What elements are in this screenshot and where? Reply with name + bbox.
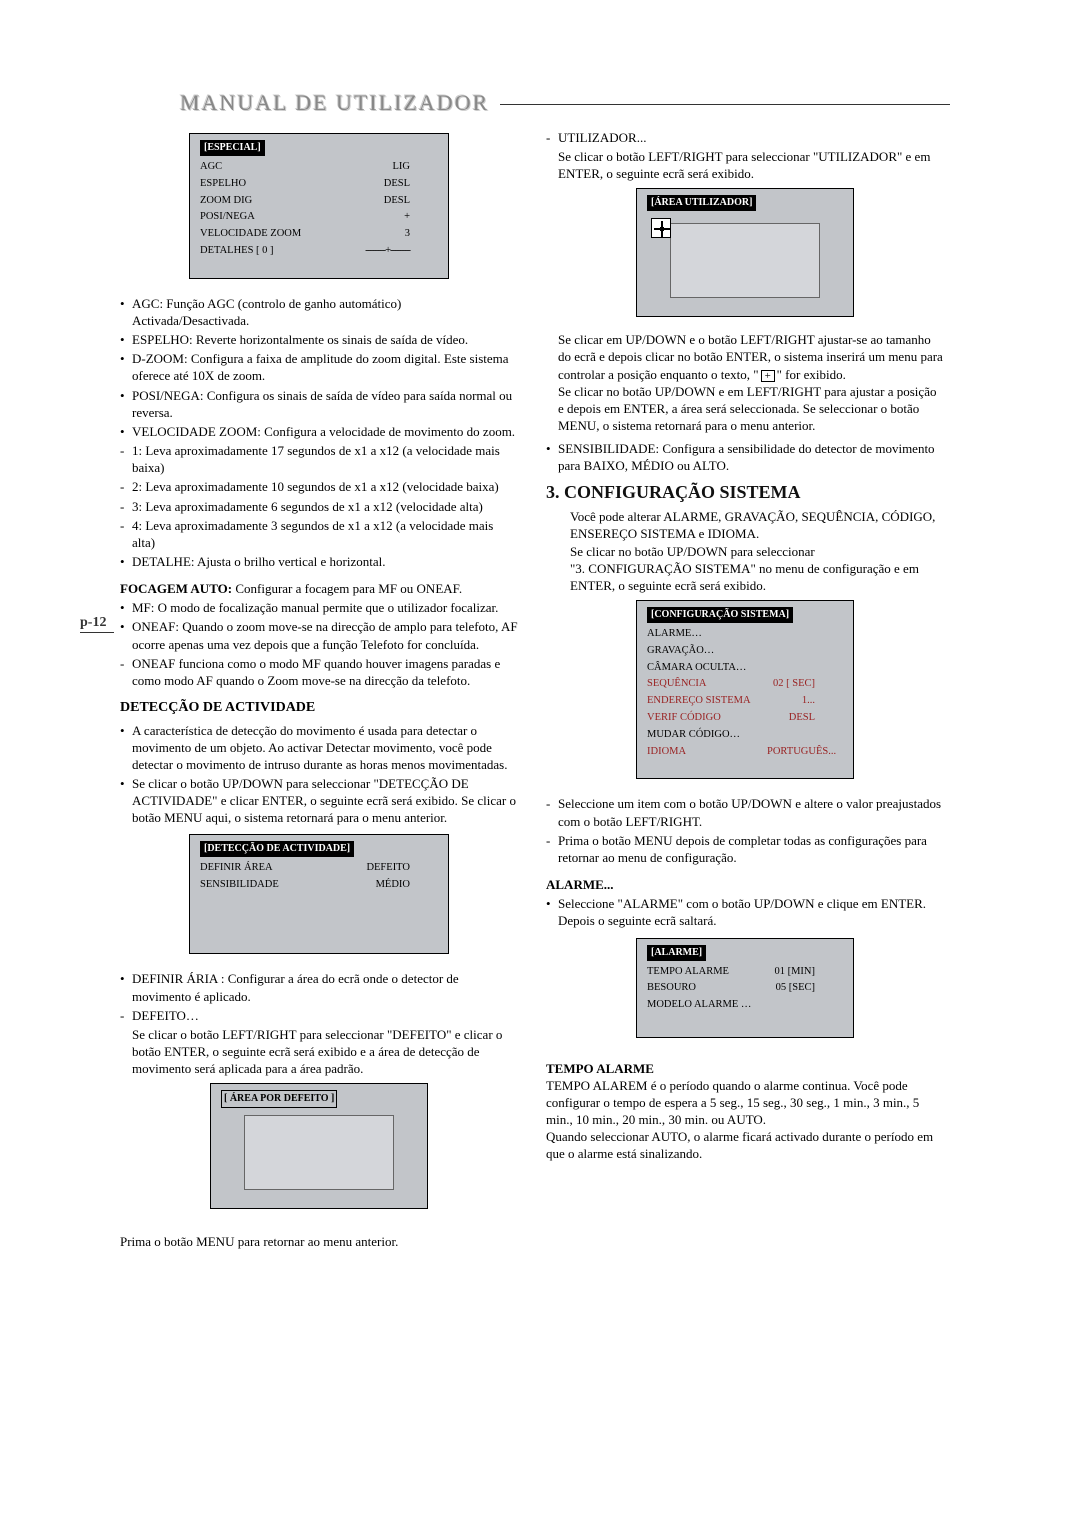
- dash-text: ONEAF funciona como o modo MF quando hou…: [132, 655, 518, 689]
- bullet-text: MF: O modo de focalização manual permite…: [132, 599, 518, 616]
- osd-row-value: --------+--------: [365, 243, 410, 260]
- footer-text: Prima o botão MENU para retornar ao menu…: [120, 1233, 518, 1250]
- osd-row-label: ENDEREÇO SISTEMA: [647, 693, 767, 710]
- osd-row-label: SEQUÊNCIA: [647, 676, 767, 693]
- osd-row-label: BESOURO: [647, 980, 767, 997]
- osd-row-value: 02 [ SEC]: [773, 676, 815, 693]
- bullet-text: DETALHE: Ajusta o brilho vertical e hori…: [132, 553, 518, 570]
- para-text: TEMPO ALAREM é o período quando o alarme…: [546, 1077, 944, 1128]
- osd-line: MUDAR CÓDIGO…: [647, 727, 843, 744]
- osd-row-value: DEFEITO: [366, 860, 410, 877]
- osd-line: GRAVAÇÃO…: [647, 643, 843, 660]
- bullet-text: AGC: Função AGC (controlo de ganho autom…: [132, 295, 518, 329]
- bullet-text: Se clicar o botão UP/DOWN para seleccion…: [132, 775, 518, 826]
- bullet-text: Seleccione "ALARME" com o botão UP/DOWN …: [558, 895, 944, 929]
- focagem-head-rest: Configurar a focagem para MF ou ONEAF.: [232, 581, 462, 596]
- osd-area-defeito: [ ÁREA POR DEFEITO ]: [210, 1083, 428, 1209]
- dash-body: Se clicar o botão LEFT/RIGHT para selecc…: [558, 148, 944, 182]
- osd-row-label: DEFINIR ÁREA: [200, 860, 320, 877]
- osd-row-label: ZOOM DIG: [200, 193, 320, 210]
- osd-row-value: DESL: [384, 193, 410, 210]
- osd-deteccao-title: [DETECÇÃO DE ACTIVIDADE]: [200, 841, 354, 857]
- osd-row-value: MÉDIO: [376, 877, 410, 894]
- osd-row-label: VERIF CÓDIGO: [647, 710, 767, 727]
- osd-row-label: AGC: [200, 159, 320, 176]
- deteccao-head: DETECÇÃO DE ACTIVIDADE: [120, 699, 518, 717]
- dash-text: 1: Leva aproximadamente 17 segundos de x…: [132, 442, 518, 476]
- osd-row-label: POSI/NEGA: [200, 209, 320, 226]
- bullet-text: A característica de detecção do moviment…: [132, 722, 518, 773]
- osd-especial-title: [ESPECIAL]: [200, 140, 265, 156]
- dash-text: 2: Leva aproximadamente 10 segundos de x…: [132, 478, 518, 495]
- bullet-text: DEFINIR ÁRIA : Configurar a área do ecrã…: [132, 970, 518, 1004]
- crosshair-icon: [651, 218, 671, 238]
- alarme-head: ALARME...: [546, 876, 944, 893]
- dash-text: Prima o botão MENU depois de completar t…: [558, 832, 944, 866]
- osd-row-label: IDIOMA: [647, 744, 767, 761]
- osd-inner-box: [244, 1115, 394, 1190]
- dash-text: 4: Leva aproximadamente 3 segundos de x1…: [132, 517, 518, 551]
- header-title: MANUAL DE UTILIZADOR: [180, 90, 489, 116]
- osd-row-label: TEMPO ALARME: [647, 964, 767, 981]
- para-text: Você pode alterar ALARME, GRAVAÇÃO, SEQU…: [570, 508, 944, 542]
- osd-row-value: +: [404, 209, 410, 226]
- osd-row-label: SENSIBILIDADE: [200, 877, 320, 894]
- focagem-head-bold: FOCAGEM AUTO:: [120, 581, 232, 596]
- osd-row-label: ESPELHO: [200, 176, 320, 193]
- osd-area-utilizador-title: [ÁREA UTILIZADOR]: [647, 195, 756, 211]
- osd-inner-box: [670, 223, 820, 298]
- dash-text: 3: Leva aproximadamente 6 segundos de x1…: [132, 498, 518, 515]
- osd-row-label: DETALHES [ 0 ]: [200, 243, 320, 260]
- para-text: " for exibido.: [777, 367, 846, 382]
- osd-row-value: DESL: [384, 176, 410, 193]
- osd-config-sistema: [CONFIGURAÇÃO SISTEMA] ALARME… GRAVAÇÃO……: [636, 600, 854, 779]
- osd-especial: [ESPECIAL] AGC LIG ESPELHO DESL ZOOM DIG DE…: [189, 133, 449, 279]
- header-rule: [500, 104, 950, 105]
- osd-row-value: LIG: [393, 159, 411, 176]
- osd-row-label: VELOCIDADE ZOOM: [200, 226, 320, 243]
- para-text: Quando seleccionar AUTO, o alarme ficará…: [546, 1128, 944, 1162]
- osd-area-defeito-title: [ ÁREA POR DEFEITO ]: [221, 1090, 337, 1108]
- dash-text: DEFEITO…: [132, 1007, 518, 1024]
- bullet-text: POSI/NEGA: Configura os sinais de saída …: [132, 387, 518, 421]
- dash-text: UTILIZADOR...: [558, 129, 944, 146]
- osd-row-value: 3: [405, 226, 410, 243]
- para-text: "3. CONFIGURAÇÃO SISTEMA" no menu de con…: [570, 560, 944, 594]
- osd-row-value: DESL: [789, 710, 815, 727]
- osd-line: ALARME…: [647, 626, 843, 643]
- osd-row-value: PORTUGUÊS...: [767, 744, 836, 761]
- osd-row-value: 05 [SEC]: [776, 980, 815, 997]
- bullet-text: ESPELHO: Reverte horizontalmente os sina…: [132, 331, 518, 348]
- page-number-rule: [80, 632, 114, 633]
- para-text: Se clicar no botão UP/DOWN e em LEFT/RIG…: [558, 383, 944, 434]
- position-icon: [761, 370, 775, 382]
- dash-body: Se clicar o botão LEFT/RIGHT para selecc…: [132, 1026, 518, 1077]
- tempo-head: TEMPO ALARME: [546, 1060, 944, 1077]
- osd-deteccao: [DETECÇÃO DE ACTIVIDADE] DEFINIR ÁREA DEF…: [189, 834, 449, 954]
- dash-text: Seleccione um item com o botão UP/DOWN e…: [558, 795, 944, 829]
- config-head: 3. CONFIGURAÇÃO SISTEMA: [546, 481, 944, 505]
- page-number: p-12: [80, 615, 106, 631]
- bullet-text: ONEAF: Quando o zoom move-se na direcção…: [132, 618, 518, 652]
- osd-alarme-title: [ALARME]: [647, 945, 706, 961]
- para-text: Se clicar em UP/DOWN e o botão LEFT/RIGH…: [558, 332, 943, 381]
- bullet-text: D-ZOOM: Configura a faixa de amplitude d…: [132, 350, 518, 384]
- bullet-text: SENSIBILIDADE: Configura a sensibilidade…: [558, 440, 944, 474]
- osd-row-value: 1...: [802, 693, 815, 710]
- osd-area-utilizador: [ÁREA UTILIZADOR]: [636, 188, 854, 317]
- osd-line: MODELO ALARME …: [647, 997, 843, 1014]
- osd-row-value: 01 [MIN]: [774, 964, 815, 981]
- osd-config-title: [CONFIGURAÇÃO SISTEMA]: [647, 607, 793, 623]
- para-text: Se clicar no botão UP/DOWN para seleccio…: [570, 543, 944, 560]
- osd-alarme: [ALARME] TEMPO ALARME 01 [MIN] BESOURO 05 …: [636, 938, 854, 1038]
- osd-line: CÂMARA OCULTA…: [647, 660, 843, 677]
- bullet-text: VELOCIDADE ZOOM: Configura a velocidade …: [132, 423, 518, 440]
